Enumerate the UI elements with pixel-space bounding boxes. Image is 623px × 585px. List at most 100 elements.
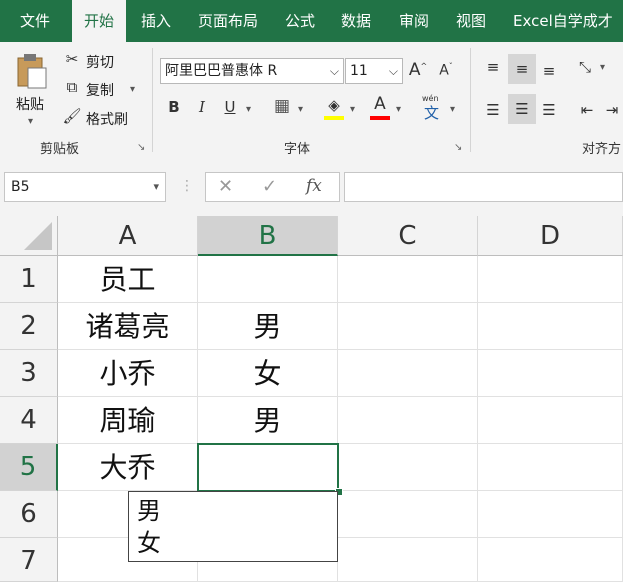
border-icon[interactable]: ▦	[272, 96, 292, 116]
cell-d1[interactable]	[478, 256, 623, 303]
copy-label: 复制	[86, 83, 114, 99]
row-header-2[interactable]: 2	[0, 303, 58, 350]
cell-d3[interactable]	[478, 350, 623, 397]
row-header-7[interactable]: 7	[0, 538, 58, 582]
bold-button[interactable]: B	[164, 98, 184, 116]
column-header-d[interactable]: D	[478, 216, 623, 256]
font-size-combo[interactable]: 11 ⌵	[345, 58, 403, 84]
cell-a5[interactable]: 大乔	[58, 444, 198, 491]
row-header-5[interactable]: 5	[0, 444, 58, 491]
tab-home[interactable]: 开始	[72, 0, 126, 42]
row-header-1[interactable]: 1	[0, 256, 58, 303]
ribbon: 粘贴 ▾ ✂ 剪切 ⧉ 复制 ▾ 🖌 格式刷 剪贴板 ↘ 阿里巴巴普惠体 R ⌵…	[0, 42, 623, 161]
font-size-value: 11	[350, 63, 368, 79]
cell-c3[interactable]	[338, 350, 478, 397]
cell-b4[interactable]: 男	[198, 397, 338, 444]
row-header-4[interactable]: 4	[0, 397, 58, 444]
align-center-icon[interactable]: ☰	[508, 94, 536, 124]
formula-input[interactable]	[344, 172, 623, 202]
orientation-icon[interactable]: ⤡	[574, 54, 596, 80]
fill-dropdown-icon[interactable]: ▾	[350, 104, 355, 115]
tab-file[interactable]: 文件	[0, 0, 70, 42]
cell-a2[interactable]: 诸葛亮	[58, 303, 198, 350]
tab-insert[interactable]: 插入	[132, 0, 180, 42]
cell-d4[interactable]	[478, 397, 623, 444]
row-header-3[interactable]: 3	[0, 350, 58, 397]
orientation-dropdown-icon[interactable]: ▾	[600, 62, 605, 73]
list-item[interactable]: 男	[137, 496, 161, 526]
cell-c1[interactable]	[338, 256, 478, 303]
top-align-icon[interactable]: ≡	[482, 54, 504, 80]
name-box[interactable]: B5 ▾	[4, 172, 166, 202]
chevron-down-icon: ⌵	[329, 64, 339, 78]
fill-color-button[interactable]: ◈	[322, 96, 346, 122]
group-separator	[152, 48, 153, 152]
phonetic-dropdown-icon[interactable]: ▾	[450, 104, 455, 115]
cell-a4[interactable]: 周瑜	[58, 397, 198, 444]
row-header-6[interactable]: 6	[0, 491, 58, 538]
cell-d7[interactable]	[478, 538, 623, 582]
border-dropdown-icon[interactable]: ▾	[298, 104, 303, 115]
font-launcher-icon[interactable]: ↘	[454, 142, 462, 153]
tab-formulas[interactable]: 公式	[276, 0, 324, 42]
cell-b1[interactable]	[198, 256, 338, 303]
copy-button[interactable]: ⧉ 复制 ▾	[62, 78, 142, 100]
decrease-indent-icon[interactable]: ⇤	[576, 96, 598, 124]
cut-button[interactable]: ✂ 剪切	[62, 50, 132, 72]
copy-icon: ⧉	[66, 78, 78, 96]
clipboard-launcher-icon[interactable]: ↘	[137, 142, 145, 153]
cell-c2[interactable]	[338, 303, 478, 350]
align-right-icon[interactable]: ☰	[538, 96, 560, 124]
autocomplete-list: 男 女	[128, 491, 338, 562]
cell-c6[interactable]	[338, 491, 478, 538]
cell-a3[interactable]: 小乔	[58, 350, 198, 397]
select-all-corner[interactable]	[0, 216, 58, 256]
font-color-button[interactable]: A	[368, 94, 392, 122]
shrink-font-icon[interactable]: Aˇ	[436, 62, 456, 79]
cell-a1[interactable]: 员工	[58, 256, 198, 303]
grow-font-icon[interactable]: A^	[408, 60, 428, 80]
font-color-dropdown-icon[interactable]: ▾	[396, 104, 401, 115]
formula-buttons: ✕ ✓ fx	[205, 172, 340, 202]
column-header-c[interactable]: C	[338, 216, 478, 256]
alignment-group-label: 对齐方	[582, 142, 622, 157]
cell-d5[interactable]	[478, 444, 623, 491]
cell-d6[interactable]	[478, 491, 623, 538]
phonetic-icon: 文	[424, 104, 440, 122]
underline-dropdown-icon[interactable]: ▾	[246, 104, 251, 115]
tab-review[interactable]: 审阅	[390, 0, 438, 42]
format-painter-label: 格式刷	[86, 112, 128, 128]
cell-c4[interactable]	[338, 397, 478, 444]
cut-label: 剪切	[86, 55, 114, 71]
column-header-a[interactable]: A	[58, 216, 198, 256]
cell-b2[interactable]: 男	[198, 303, 338, 350]
splitter-icon[interactable]: ⋮	[180, 178, 194, 194]
cancel-icon[interactable]: ✕	[218, 176, 233, 197]
increase-indent-icon[interactable]: ⇥	[602, 96, 622, 124]
tab-page-layout[interactable]: 页面布局	[188, 0, 268, 42]
italic-button[interactable]: I	[192, 98, 212, 116]
format-painter-button[interactable]: 🖌 格式刷	[62, 107, 142, 129]
cell-b5-selected[interactable]	[197, 443, 339, 492]
column-header-b[interactable]: B	[198, 216, 338, 256]
tab-view[interactable]: 视图	[447, 0, 495, 42]
middle-align-icon[interactable]: ≡	[508, 54, 536, 84]
font-group-label: 字体	[284, 142, 311, 157]
tab-data[interactable]: 数据	[332, 0, 380, 42]
phonetic-button[interactable]: wén 文	[420, 94, 446, 122]
underline-button[interactable]: U	[220, 98, 240, 116]
insert-function-icon[interactable]: fx	[306, 176, 322, 196]
enter-icon[interactable]: ✓	[262, 176, 277, 197]
scissors-icon: ✂	[65, 50, 79, 68]
tab-excel-zixue[interactable]: Excel自学成才	[507, 0, 623, 42]
paste-button[interactable]: 粘贴 ▾	[10, 50, 54, 130]
font-name-combo[interactable]: 阿里巴巴普惠体 R ⌵	[160, 58, 344, 84]
list-item[interactable]: 女	[137, 528, 161, 558]
cell-c7[interactable]	[338, 538, 478, 582]
bottom-align-icon[interactable]: ≡	[538, 54, 560, 84]
align-left-icon[interactable]: ☰	[482, 96, 504, 124]
cell-b3[interactable]: 女	[198, 350, 338, 397]
cell-d2[interactable]	[478, 303, 623, 350]
font-name-value: 阿里巴巴普惠体 R	[165, 63, 278, 79]
cell-c5[interactable]	[338, 444, 478, 491]
